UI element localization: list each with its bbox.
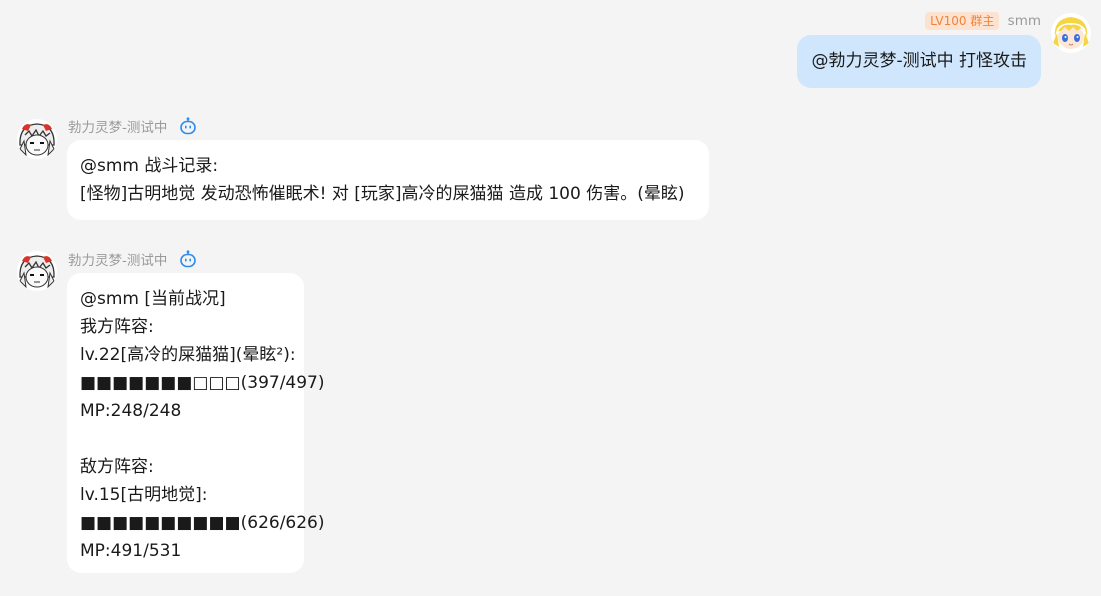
message-line: 我方阵容: bbox=[80, 317, 154, 337]
bot-message-bubble[interactable]: @smm 战斗记录: [怪物]古明地觉 发动恐怖催眠术! 对 [玩家]高冷的屎猫… bbox=[67, 140, 709, 220]
bot-avatar[interactable] bbox=[17, 119, 57, 159]
bot-avatar[interactable] bbox=[17, 251, 57, 291]
self-message-text: @勃力灵梦-测试中 打怪攻击 bbox=[811, 51, 1027, 71]
bot-icon[interactable] bbox=[179, 117, 197, 135]
message-line: 敌方阵容: bbox=[80, 457, 154, 477]
bot-sender-name[interactable]: 勃力灵梦-测试中 bbox=[68, 253, 167, 269]
bot-sender-row: 勃力灵梦-测试中 bbox=[68, 250, 197, 270]
bot-icon[interactable] bbox=[179, 250, 197, 268]
blonde-anime-avatar-icon bbox=[1051, 13, 1091, 53]
message-line: MP:491/531 bbox=[80, 541, 182, 561]
self-message-bubble[interactable]: @勃力灵梦-测试中 打怪攻击 bbox=[797, 35, 1041, 88]
bot-sender-row: 勃力灵梦-测试中 bbox=[68, 117, 197, 137]
bot-message-bubble[interactable]: @smm [当前战况] 我方阵容: lv.22[高冷的屎猫猫](晕眩²): ■■… bbox=[67, 273, 325, 573]
message-line: lv.15[古明地觉]: bbox=[80, 485, 208, 505]
message-line: MP:248/248 bbox=[80, 401, 182, 421]
hp-bar-line: ■■■■■■■□□□(397/497) bbox=[80, 373, 325, 393]
message-line: @smm 战斗记录: bbox=[80, 156, 219, 176]
self-sender-name[interactable]: smm bbox=[1008, 13, 1041, 29]
bot-sender-name[interactable]: 勃力灵梦-测试中 bbox=[68, 120, 167, 136]
self-sender-row: LV100 群主 smm bbox=[925, 12, 1041, 30]
white-hair-anime-avatar-icon bbox=[17, 251, 57, 291]
message-line: @smm [当前战况] bbox=[80, 289, 226, 309]
white-hair-anime-avatar-icon bbox=[17, 119, 57, 159]
member-level-badge: LV100 群主 bbox=[925, 12, 1000, 30]
self-avatar[interactable] bbox=[1051, 13, 1091, 53]
hp-bar-line: ■■■■■■■■■■(626/626) bbox=[80, 513, 325, 533]
message-line: lv.22[高冷的屎猫猫](晕眩²): bbox=[80, 345, 296, 365]
message-line: [怪物]古明地觉 发动恐怖催眠术! 对 [玩家]高冷的屎猫猫 造成 100 伤害… bbox=[80, 184, 685, 204]
